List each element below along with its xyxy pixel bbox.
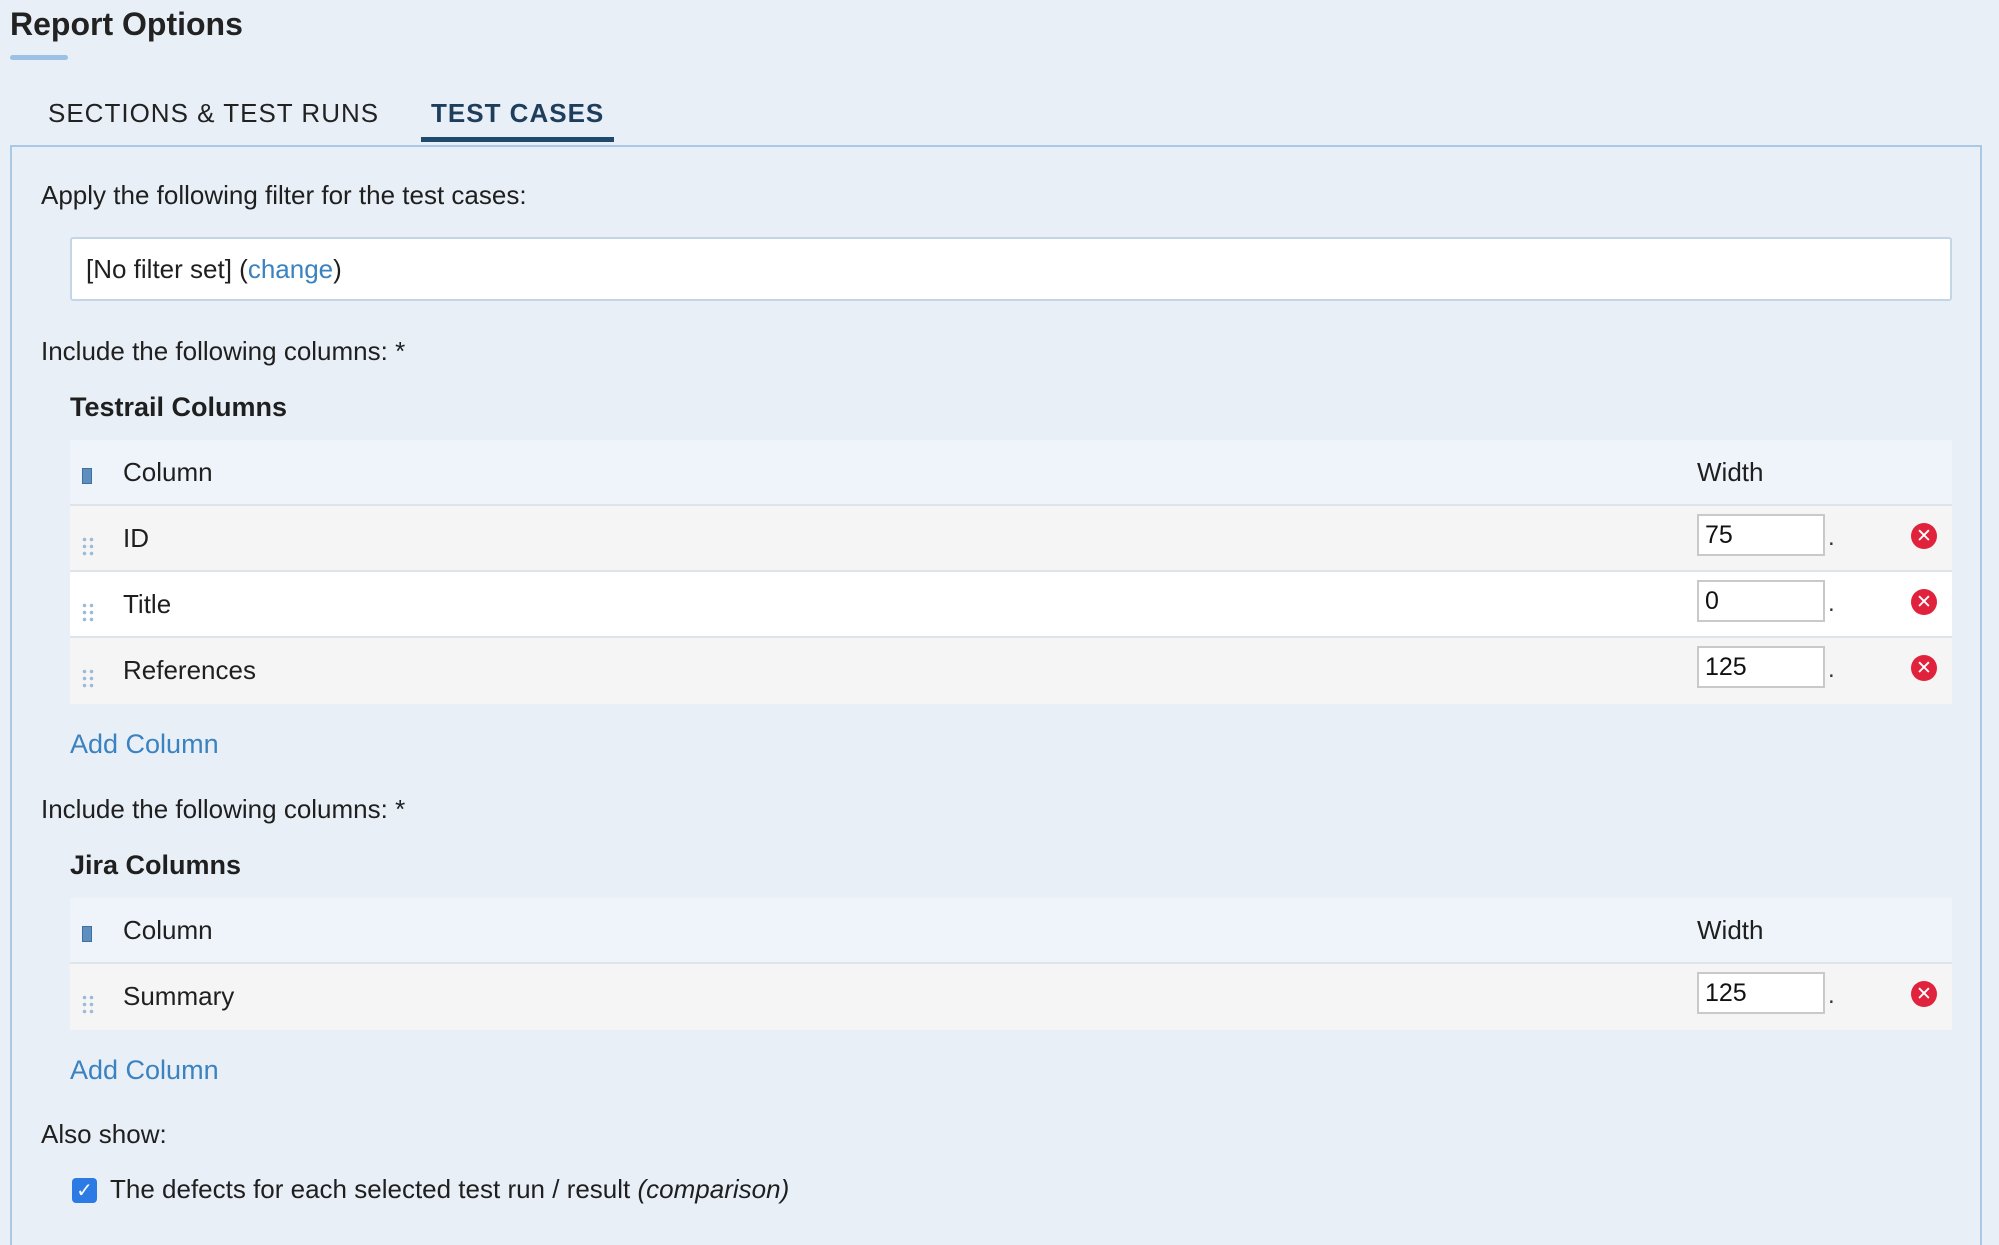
drag-handle-icon[interactable] [81, 602, 95, 622]
remove-icon[interactable]: ✕ [1911, 981, 1937, 1007]
testrail-columns-title: Testrail Columns [70, 392, 288, 422]
drag-handle-icon[interactable] [81, 668, 95, 688]
drag-handle-icon[interactable] [81, 536, 95, 556]
table-row: Title . ✕ [70, 572, 1952, 638]
column-header: Column [123, 915, 213, 945]
width-header: Width [1697, 915, 1764, 945]
remove-icon[interactable]: ✕ [1911, 523, 1937, 549]
filter-label: Apply the following filter for the test … [41, 180, 527, 210]
defects-checkbox[interactable]: ✓ [72, 1178, 97, 1203]
table-row: ID . ✕ [70, 506, 1952, 572]
add-column-link[interactable]: Add Column [70, 729, 219, 760]
width-input[interactable] [1697, 580, 1825, 622]
tab-bar: SECTIONS & TEST RUNS TEST CASES [10, 92, 1980, 146]
also-show-label: Also show: [41, 1119, 167, 1149]
remove-icon[interactable]: ✕ [1911, 655, 1937, 681]
testrail-columns-grid: Column Width ID . ✕ Title . ✕ References… [70, 440, 1952, 704]
width-suffix: . [1828, 524, 1835, 551]
checkmark-icon: ✓ [76, 1178, 93, 1202]
defects-checkbox-text: The defects for each selected test run /… [110, 1174, 631, 1204]
filter-close-paren: ) [333, 254, 342, 284]
column-name: Summary [123, 981, 235, 1011]
tab-test-cases[interactable]: TEST CASES [421, 92, 615, 142]
page-title: Report Options [10, 6, 243, 42]
width-suffix: . [1828, 590, 1835, 617]
title-underline [10, 55, 68, 60]
tab-sections-test-runs[interactable]: SECTIONS & TEST RUNS [38, 92, 389, 142]
column-name: References [123, 655, 256, 685]
width-suffix: . [1828, 656, 1835, 683]
grid-header: Column Width [70, 898, 1952, 964]
width-input[interactable] [1697, 646, 1825, 688]
filter-open-paren: ( [239, 254, 248, 284]
table-row: Summary . ✕ [70, 964, 1952, 1030]
width-header: Width [1697, 457, 1764, 487]
include-columns-label: Include the following columns: * [41, 794, 406, 824]
width-input[interactable] [1697, 514, 1825, 556]
filter-value: [No filter set] [86, 254, 232, 284]
grid-header: Column Width [70, 440, 1952, 506]
add-column-link[interactable]: Add Column [70, 1055, 219, 1086]
drag-handle-icon[interactable] [81, 994, 95, 1014]
comparison-text: (comparison) [637, 1174, 790, 1204]
column-name: Title [123, 589, 172, 619]
jira-columns-grid: Column Width Summary . ✕ [70, 898, 1952, 1030]
column-icon [82, 926, 92, 942]
jira-columns-title: Jira Columns [70, 850, 242, 880]
column-header: Column [123, 457, 213, 487]
column-icon [82, 468, 92, 484]
change-filter-link[interactable]: change [248, 254, 333, 284]
filter-box: [No filter set] (change) [70, 237, 1952, 301]
include-columns-label: Include the following columns: * [41, 336, 406, 366]
width-suffix: . [1828, 982, 1835, 1009]
column-name: ID [123, 523, 149, 553]
table-row: References . ✕ [70, 638, 1952, 704]
defects-checkbox-label: The defects for each selected test run /… [110, 1174, 789, 1205]
remove-icon[interactable]: ✕ [1911, 589, 1937, 615]
width-input[interactable] [1697, 972, 1825, 1014]
